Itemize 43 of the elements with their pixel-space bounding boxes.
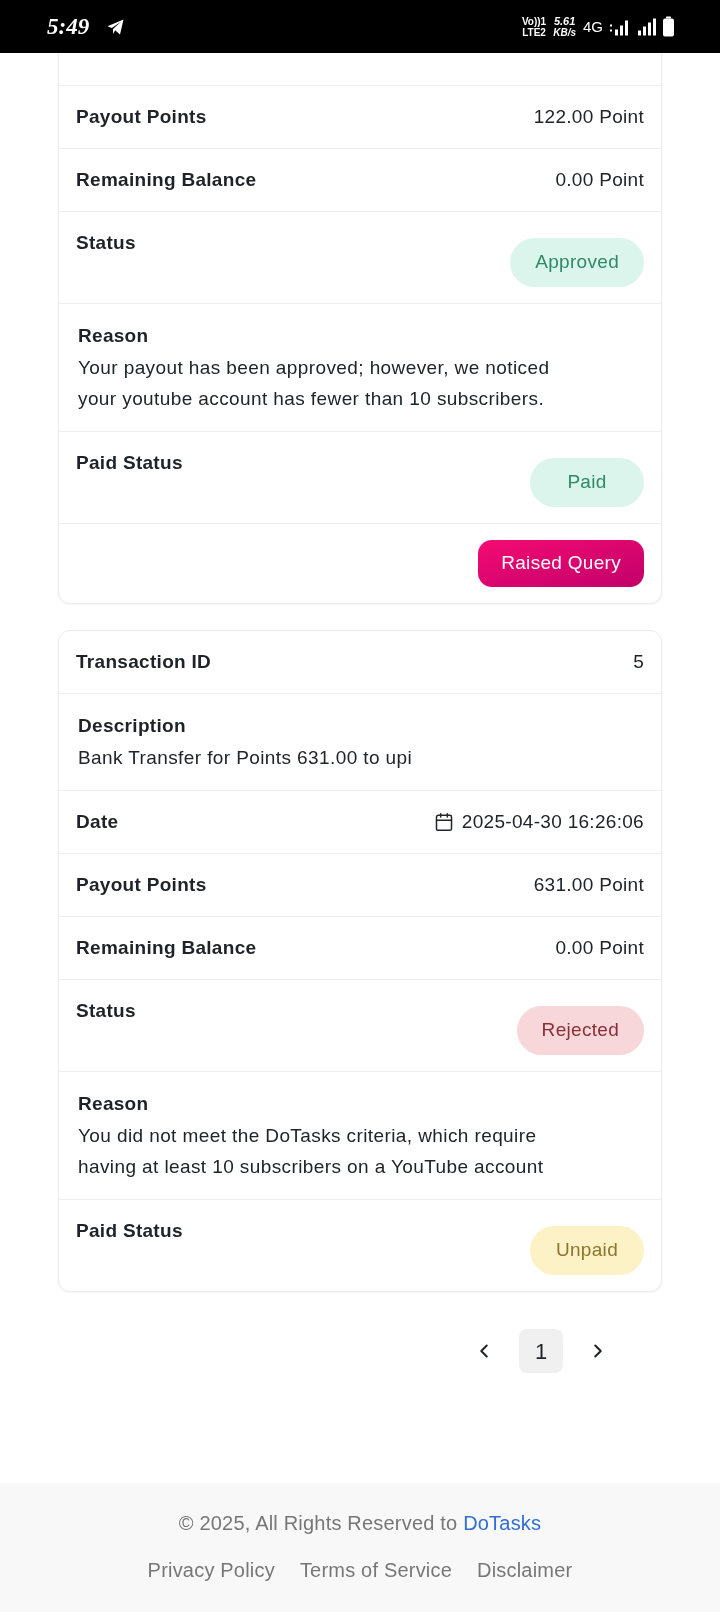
page-button[interactable]: 1 <box>519 1329 563 1373</box>
footer-link[interactable]: Terms of Service <box>299 1556 453 1584</box>
status-time: 5:49 <box>47 15 90 38</box>
brand-link[interactable]: DoTasks <box>463 1512 542 1534</box>
field-label: Remaining Balance <box>76 936 257 960</box>
date-value: 2025-04-30 16:26:06 <box>461 810 644 834</box>
field-label: Status <box>76 231 136 255</box>
status-badge: Approved <box>510 238 644 287</box>
status-badge: Rejected <box>516 1006 644 1055</box>
field-label: Payout Points <box>76 105 207 129</box>
status-badge: Unpaid <box>530 1226 644 1275</box>
signal-icon <box>638 17 656 36</box>
field-label: Paid Status <box>76 1219 183 1243</box>
speed-value: 5.61 <box>553 15 576 27</box>
field-label: Reason <box>78 325 149 346</box>
field-label: Payout Points <box>76 873 207 897</box>
field-text: You did not meet the DoTasks criteria, which require having at least 10 subscribers on a YouTube account <box>78 1124 545 1179</box>
field-label: Reason <box>78 1093 149 1114</box>
field-value: 122.00 Point <box>533 105 644 129</box>
battery-icon <box>663 16 674 37</box>
status-badge: Paid <box>530 458 644 507</box>
field-label: Description <box>78 715 186 736</box>
field-label: Status <box>76 999 136 1023</box>
volte-sub-label: LTE2 <box>522 26 546 38</box>
field-value: 0.00 Point <box>555 168 644 192</box>
network-type: 4G <box>583 19 603 34</box>
raised-query-button[interactable]: Raised Query <box>478 540 644 587</box>
calendar-icon <box>433 812 454 832</box>
field-value: 631.00 Point <box>533 873 644 897</box>
field-label: Date <box>76 810 119 834</box>
field-text: Your payout has been approved; however, we noticed your youtube account has fewer than 10 subscribers. <box>78 356 551 411</box>
footer-link[interactable]: Privacy Policy <box>147 1556 275 1584</box>
field-value: 0.00 Point <box>555 936 644 960</box>
volte-label: Vo))1 <box>521 15 547 27</box>
field-label: Transaction ID <box>76 650 212 674</box>
copyright-text: © 2025, All Rights Reserved to DoTasks <box>178 1511 542 1536</box>
field-value: 5 <box>633 650 644 674</box>
field-text: Bank Transfer for Points 631.00 to upi <box>78 746 414 770</box>
footer-link[interactable]: Disclaimer <box>477 1556 573 1584</box>
field-label: Paid Status <box>76 451 183 475</box>
paper-plane-icon <box>107 18 125 35</box>
speed-unit: KB/s <box>553 27 576 38</box>
field-label: Remaining Balance <box>76 168 257 192</box>
